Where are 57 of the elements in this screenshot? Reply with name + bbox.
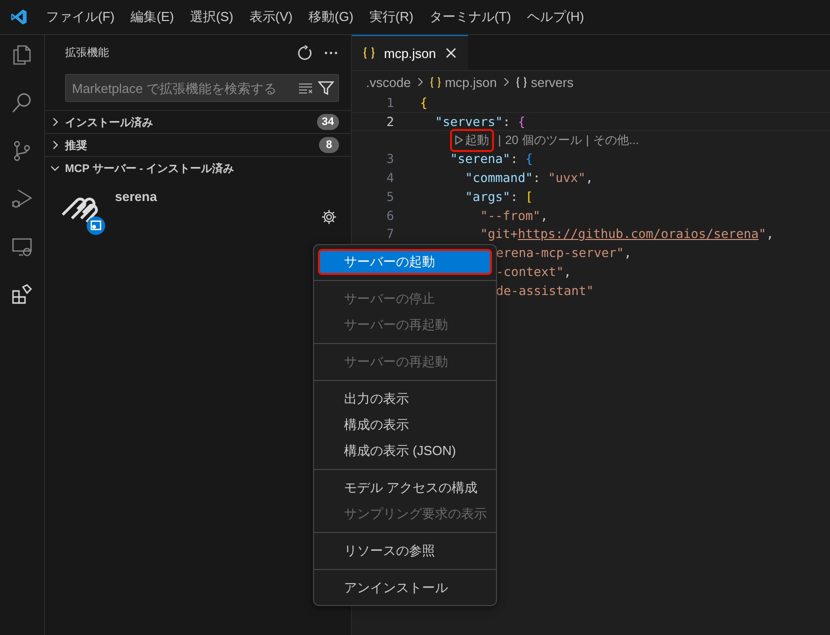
section-header[interactable]: インストール済み 34: [45, 110, 351, 133]
json-file-icon: [362, 46, 376, 60]
count-badge: 34: [316, 114, 339, 130]
menu-item[interactable]: 表示(V): [241, 8, 301, 26]
extension-name[interactable]: serena: [115, 189, 313, 204]
code-line: "--from",: [479, 208, 548, 223]
braces-icon: [428, 76, 442, 88]
code-line: erena-mcp-server",: [495, 245, 632, 260]
editor-tab[interactable]: mcp.json: [352, 35, 468, 70]
line-number: 5: [385, 188, 395, 204]
section-header[interactable]: MCP サーバー - インストール済み: [45, 156, 351, 179]
app-logo-icon: [10, 8, 28, 26]
line-number: 7: [385, 226, 395, 242]
menu-item[interactable]: ファイル(F): [38, 8, 123, 26]
play-icon: [455, 135, 463, 145]
menu-item[interactable]: 編集(E): [122, 8, 182, 26]
search-field[interactable]: Marketplace で拡張機能を検索する: [65, 74, 339, 102]
menu-item[interactable]: アンインストール: [318, 575, 492, 601]
code-line: {: [420, 94, 428, 110]
breadcrumb[interactable]: mcp.json: [444, 74, 497, 90]
refresh-icon[interactable]: [297, 44, 313, 60]
separator: |: [498, 133, 502, 147]
menu-item[interactable]: 出力の表示: [318, 386, 492, 412]
close-icon[interactable]: [444, 46, 458, 60]
menu-item[interactable]: 構成の表示 (JSON): [318, 438, 492, 464]
menu-item[interactable]: サーバーの起動: [318, 249, 492, 275]
menu-item[interactable]: 移動(G): [300, 8, 362, 26]
count-badge: 8: [319, 137, 339, 153]
breadcrumb[interactable]: .vscode: [366, 74, 411, 90]
code-line: -context",: [495, 264, 572, 280]
braces-icon: [514, 76, 528, 88]
settings-icon[interactable]: [321, 209, 337, 225]
code-line: "servers": {: [434, 114, 526, 129]
line-number: 1: [385, 94, 395, 110]
section-header[interactable]: 推奨 8: [45, 133, 351, 156]
menu-item[interactable]: リソースの参照: [318, 538, 492, 564]
filter-icon[interactable]: [318, 80, 334, 96]
line-number: 4: [385, 170, 395, 186]
menu-item[interactable]: 実行(R): [361, 8, 422, 26]
code-line: "serena": {: [449, 151, 533, 166]
menu-item[interactable]: ターミナル(T): [421, 8, 520, 26]
menu-item[interactable]: ヘルプ(H): [519, 8, 592, 26]
codelens-link[interactable]: その他...: [592, 132, 639, 148]
code-line: "command": "uvx",: [464, 170, 594, 186]
codelens-link[interactable]: 20 個のツール: [505, 132, 582, 148]
menu-item[interactable]: 選択(S): [182, 8, 242, 26]
menu-item[interactable]: モデル アクセスの構成: [318, 475, 492, 501]
code-line: "args": [: [464, 188, 533, 204]
code-line: "git+https://github.com/oraios/serena",: [479, 226, 774, 242]
breadcrumb[interactable]: servers: [530, 74, 574, 90]
line-number: 2: [385, 114, 395, 129]
line-number: 3: [385, 151, 395, 166]
start-link[interactable]: 起動: [450, 128, 494, 152]
sidebar-title: 拡張機能: [65, 46, 109, 60]
separator: |: [586, 133, 589, 147]
menu-item[interactable]: 構成の表示: [318, 412, 492, 438]
line-number: 6: [385, 208, 395, 223]
